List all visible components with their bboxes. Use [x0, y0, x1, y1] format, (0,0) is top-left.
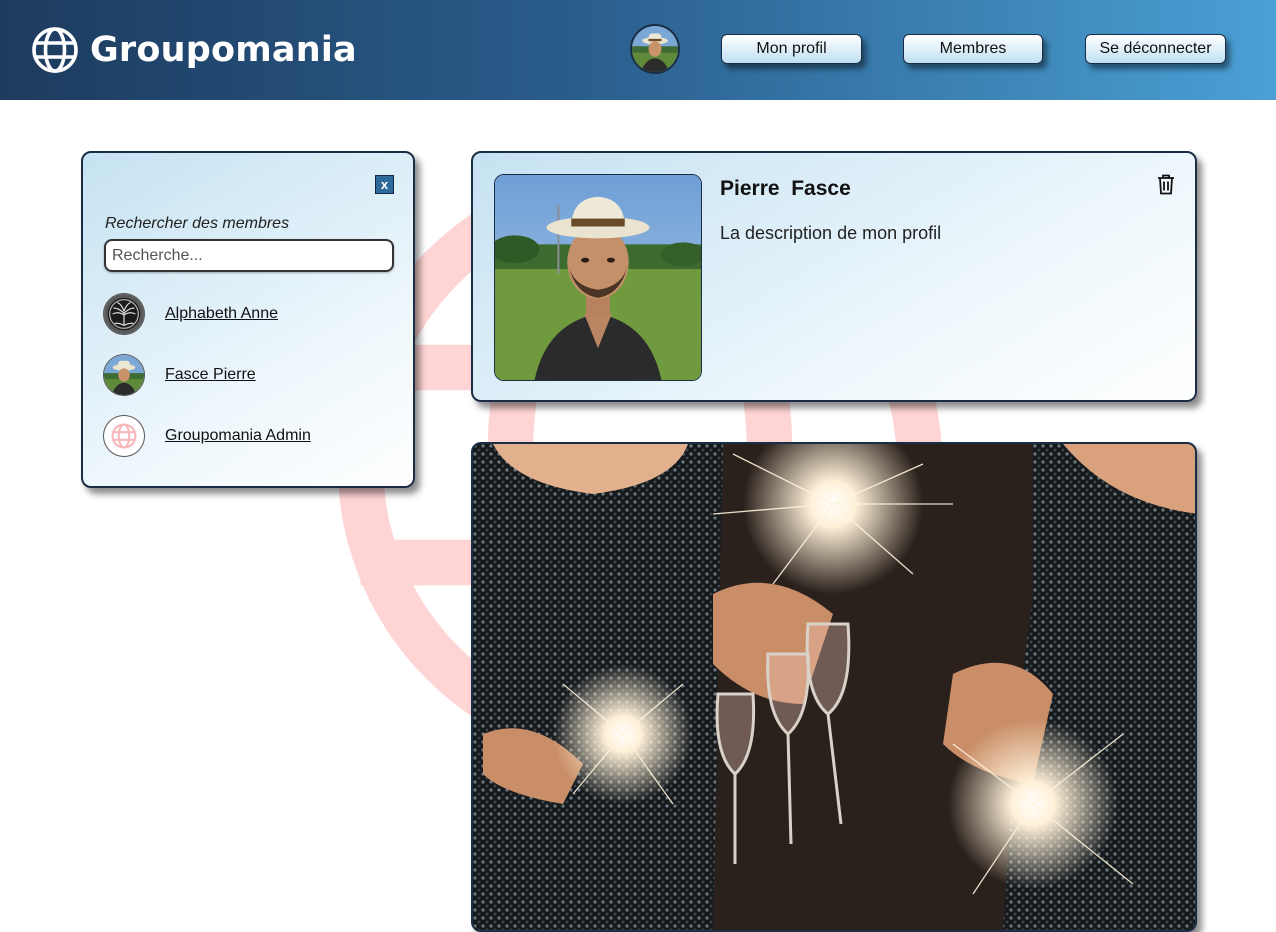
- member-avatar: [103, 415, 145, 457]
- brand-name: Groupomania: [90, 30, 357, 70]
- top-navigation-bar: Groupomania Mon profil Membres Se déconn…: [0, 0, 1276, 100]
- close-button[interactable]: x: [375, 175, 394, 194]
- members-button[interactable]: Membres: [903, 34, 1043, 64]
- member-list-item[interactable]: Alphabeth Anne: [103, 293, 278, 335]
- member-avatar: [103, 354, 145, 396]
- profile-name: Pierre Fasce: [720, 177, 851, 201]
- member-search-panel: x Rechercher des membres Alphabeth Anne: [81, 151, 415, 488]
- profile-card: Pierre Fasce La description de mon profi…: [471, 151, 1197, 402]
- logout-button[interactable]: Se déconnecter: [1085, 34, 1226, 64]
- current-user-avatar[interactable]: [630, 24, 680, 74]
- member-name-link[interactable]: Alphabeth Anne: [165, 305, 278, 323]
- profile-photo: [494, 174, 702, 381]
- post-image-card: [471, 442, 1197, 932]
- member-name-link[interactable]: Fasce Pierre: [165, 366, 256, 384]
- member-avatar: [103, 293, 145, 335]
- member-list-item[interactable]: Groupomania Admin: [103, 415, 311, 457]
- post-image: [473, 444, 1195, 930]
- member-name-link[interactable]: Groupomania Admin: [165, 427, 311, 445]
- profile-last-name: Fasce: [791, 177, 851, 200]
- profile-first-name: Pierre: [720, 177, 780, 200]
- my-profile-button[interactable]: Mon profil: [721, 34, 862, 64]
- profile-description: La description de mon profil: [720, 223, 942, 243]
- search-title: Rechercher des membres: [105, 215, 290, 232]
- brand-logo[interactable]: Groupomania: [30, 24, 357, 76]
- globe-icon: [32, 27, 78, 73]
- member-list-item[interactable]: Fasce Pierre: [103, 354, 256, 396]
- trash-icon[interactable]: [1157, 173, 1175, 195]
- member-search-input[interactable]: [104, 239, 394, 272]
